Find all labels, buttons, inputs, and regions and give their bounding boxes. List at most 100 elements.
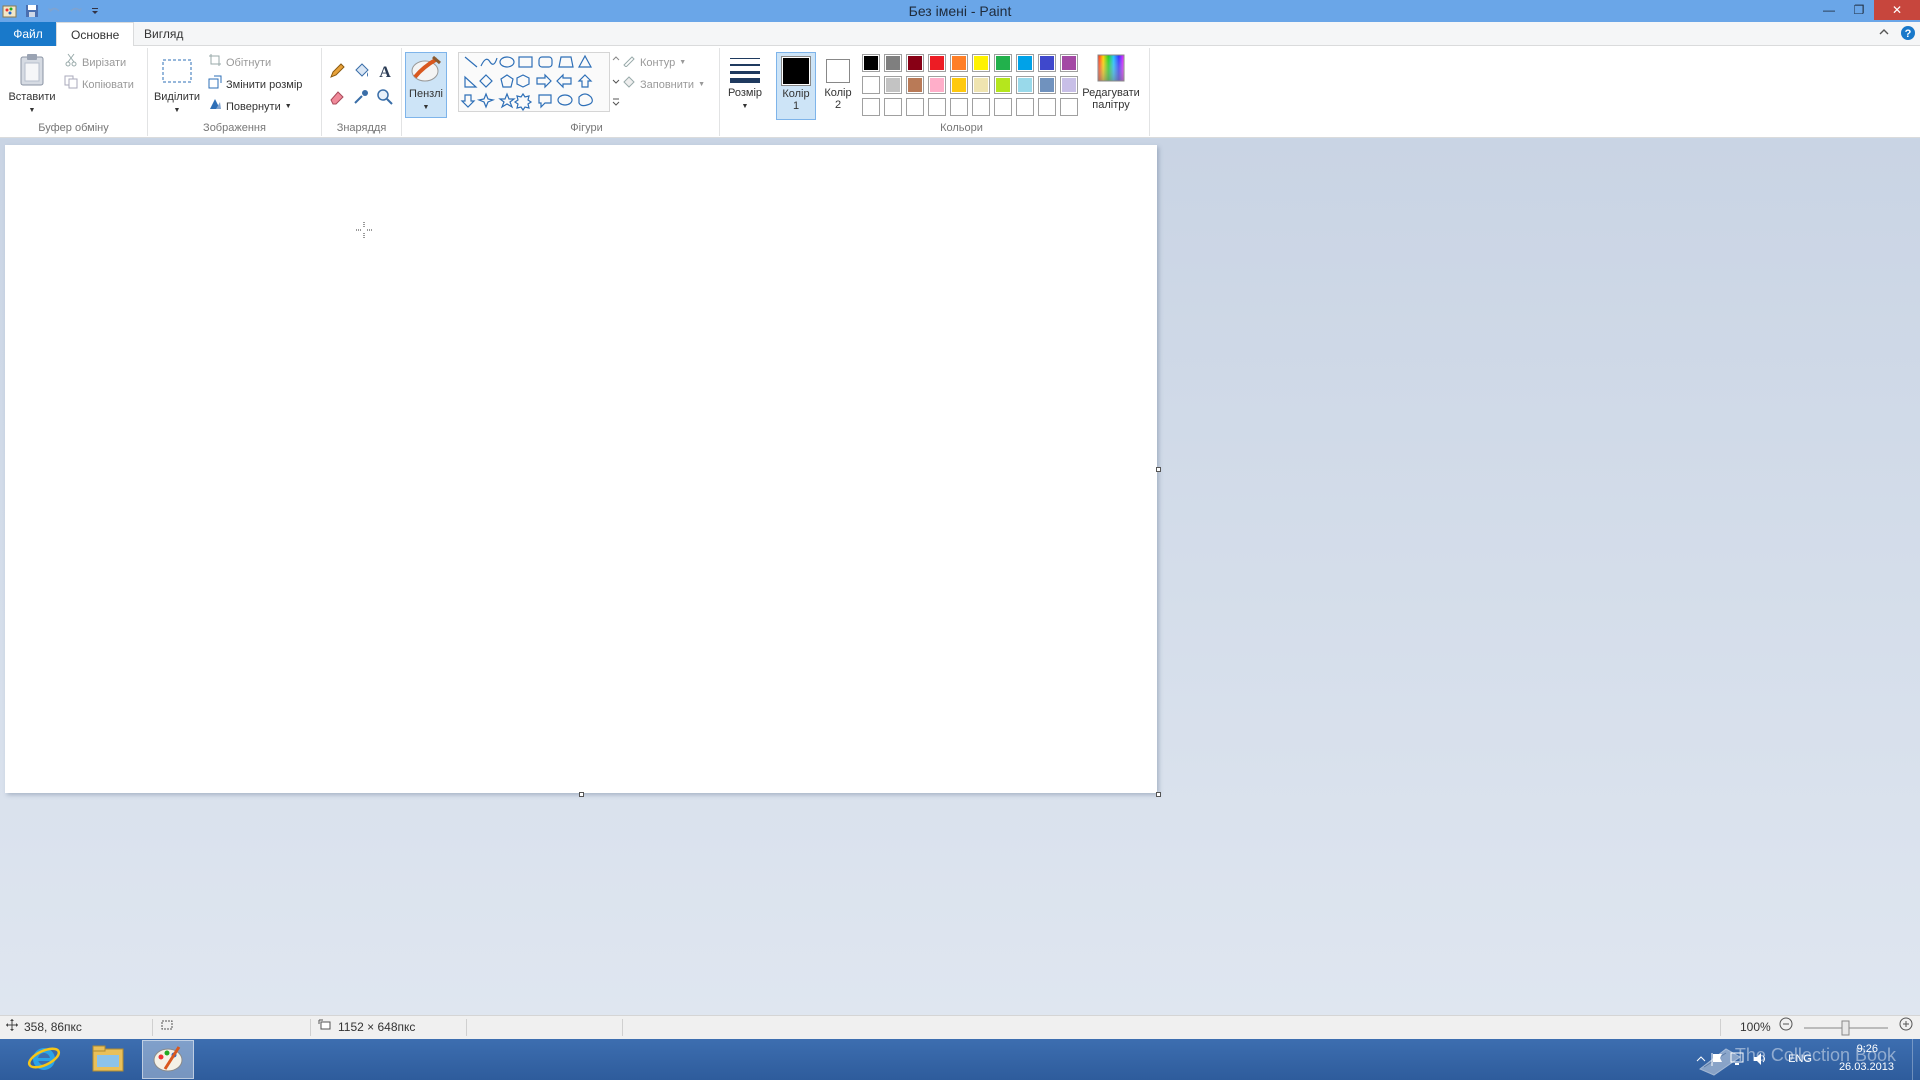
restore-icon: ❐ — [1853, 3, 1865, 17]
volume-icon[interactable] — [1752, 1051, 1768, 1070]
crop-button[interactable]: Обітнути — [208, 54, 271, 72]
color-swatch[interactable] — [862, 76, 880, 94]
ribbon-tabs: Файл Основне Вигляд ? — [0, 22, 1920, 47]
scissors-icon — [64, 53, 78, 73]
shapes-group-label: Фігури — [570, 122, 603, 134]
outline-button[interactable]: Контур ▼ — [622, 54, 686, 72]
move-cursor-icon — [6, 1016, 18, 1039]
color-swatch[interactable] — [884, 54, 902, 72]
edit-colors-label-2: палітру — [1092, 99, 1130, 111]
color1-button[interactable]: Колір 1 — [776, 52, 816, 120]
color-swatch[interactable] — [1038, 76, 1056, 94]
input-language[interactable]: ENG — [1788, 1053, 1812, 1065]
rotate-button[interactable]: Повернути ▼ — [208, 98, 292, 116]
color-spectrum-icon — [1096, 52, 1126, 87]
color-swatch[interactable] — [972, 76, 990, 94]
shapes-gallery[interactable] — [458, 52, 610, 112]
resize-handle-bottom[interactable] — [579, 792, 584, 797]
color1-label: Колір — [782, 88, 810, 100]
color-swatch[interactable] — [1038, 54, 1056, 72]
color-swatch[interactable] — [928, 76, 946, 94]
resize-handle-corner[interactable] — [1156, 792, 1161, 797]
empty-color-swatch[interactable] — [1038, 98, 1056, 116]
empty-color-swatch[interactable] — [1016, 98, 1034, 116]
color-swatch[interactable] — [906, 54, 924, 72]
chevron-down-icon: ▼ — [422, 104, 430, 111]
shapes-scroll[interactable] — [611, 52, 621, 112]
color2-button[interactable]: Колір 2 — [818, 52, 858, 120]
drawing-canvas[interactable] — [5, 145, 1157, 793]
color-swatch[interactable] — [972, 54, 990, 72]
eraser-icon[interactable] — [328, 88, 346, 109]
resize-handle-right[interactable] — [1156, 467, 1161, 472]
empty-color-swatch[interactable] — [950, 98, 968, 116]
minimize-button[interactable]: — — [1814, 0, 1844, 20]
color-swatch[interactable] — [1060, 76, 1078, 94]
brushes-label: Пензлі — [409, 88, 443, 100]
show-hidden-icons-icon[interactable] — [1696, 1054, 1706, 1067]
paste-button[interactable]: Вставити ▼ — [4, 52, 60, 114]
tab-home[interactable]: Основне — [56, 22, 135, 47]
color-swatch[interactable] — [1016, 54, 1034, 72]
color-swatch-fill — [886, 56, 900, 70]
color-picker-icon[interactable] — [352, 88, 370, 109]
color-swatch-fill — [1062, 100, 1076, 114]
color-swatch[interactable] — [994, 54, 1012, 72]
color-swatch-fill — [864, 100, 878, 114]
size-button[interactable]: Розмір ▼ — [722, 52, 768, 118]
empty-color-swatch[interactable] — [862, 98, 880, 116]
pencil-icon[interactable] — [328, 62, 346, 83]
tab-file[interactable]: Файл — [0, 22, 56, 46]
edit-colors-button[interactable]: Редагувати палітру — [1078, 52, 1144, 120]
zoom-in-button[interactable] — [1898, 1016, 1914, 1039]
fill-bucket-icon[interactable] — [352, 62, 370, 83]
color-swatch[interactable] — [884, 76, 902, 94]
chevron-down-icon: ▼ — [173, 107, 181, 114]
clock-time[interactable]: 9:26 — [1857, 1043, 1878, 1055]
cut-button[interactable]: Вирізати — [64, 53, 126, 73]
color-swatch[interactable] — [928, 54, 946, 72]
tab-view[interactable]: Вигляд — [130, 22, 197, 46]
empty-color-swatch[interactable] — [928, 98, 946, 116]
color-swatch[interactable] — [1060, 54, 1078, 72]
color-swatch[interactable] — [950, 76, 968, 94]
color-swatch[interactable] — [1016, 76, 1034, 94]
color-swatch-fill — [1062, 78, 1076, 92]
color-swatch[interactable] — [862, 54, 880, 72]
magnifier-icon[interactable] — [376, 88, 394, 109]
resize-icon — [208, 75, 222, 95]
color-swatch-fill — [996, 78, 1010, 92]
action-center-flag-icon[interactable] — [1710, 1051, 1724, 1070]
zoom-slider[interactable] — [1800, 1016, 1892, 1039]
copy-button[interactable]: Копіювати — [64, 75, 134, 94]
clock-date[interactable]: 26.03.2013 — [1839, 1061, 1894, 1073]
color-swatch-fill — [864, 56, 878, 70]
brushes-button[interactable]: Пензлі ▼ — [405, 52, 447, 118]
color-swatch[interactable] — [994, 76, 1012, 94]
color-swatch[interactable] — [906, 76, 924, 94]
empty-color-swatch[interactable] — [884, 98, 902, 116]
text-tool-icon[interactable]: A — [376, 62, 394, 83]
minimize-ribbon-icon[interactable] — [1878, 26, 1890, 41]
taskbar-internet-explorer[interactable] — [18, 1040, 70, 1079]
empty-color-swatch[interactable] — [906, 98, 924, 116]
select-button[interactable]: Виділити ▼ — [152, 52, 202, 114]
fill-button[interactable]: Заповнити ▼ — [622, 76, 705, 94]
empty-color-swatch[interactable] — [972, 98, 990, 116]
chevron-down-icon: ▼ — [28, 107, 36, 114]
resize-button[interactable]: Змінити розмір — [208, 75, 302, 95]
edit-colors-label-1: Редагувати — [1082, 87, 1140, 99]
empty-color-swatch[interactable] — [994, 98, 1012, 116]
taskbar-paint[interactable] — [142, 1040, 194, 1079]
help-icon[interactable]: ? — [1900, 25, 1916, 44]
restore-button[interactable]: ❐ — [1844, 0, 1874, 20]
brushes-group: Пензлі ▼ — [402, 48, 452, 136]
zoom-out-button[interactable] — [1778, 1016, 1794, 1039]
show-desktop-button[interactable] — [1912, 1039, 1920, 1080]
close-button[interactable]: ✕ — [1874, 0, 1920, 20]
fill-label: Заповнити — [640, 79, 695, 91]
color-swatch[interactable] — [950, 54, 968, 72]
network-icon[interactable] — [1730, 1051, 1746, 1070]
taskbar-file-explorer[interactable] — [82, 1040, 134, 1079]
empty-color-swatch[interactable] — [1060, 98, 1078, 116]
